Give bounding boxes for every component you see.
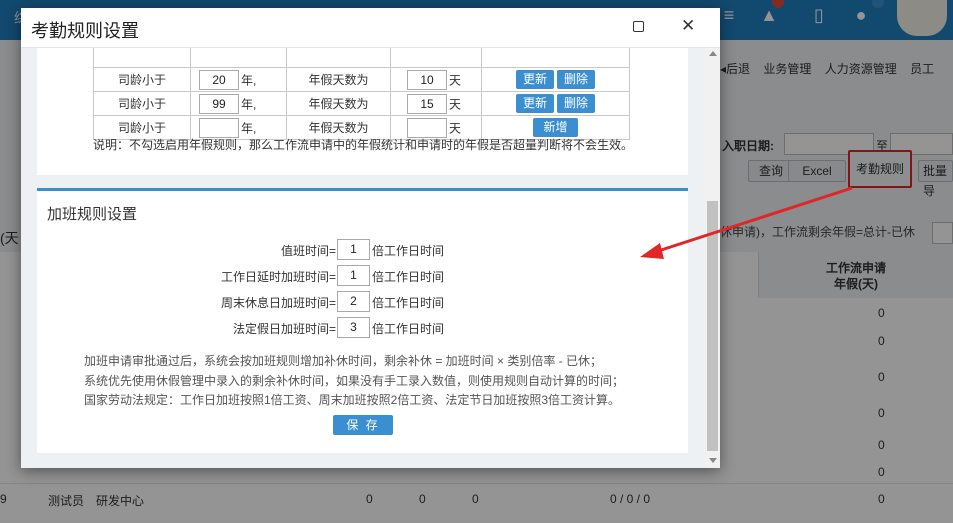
- annotation-arrow-icon: [640, 186, 853, 259]
